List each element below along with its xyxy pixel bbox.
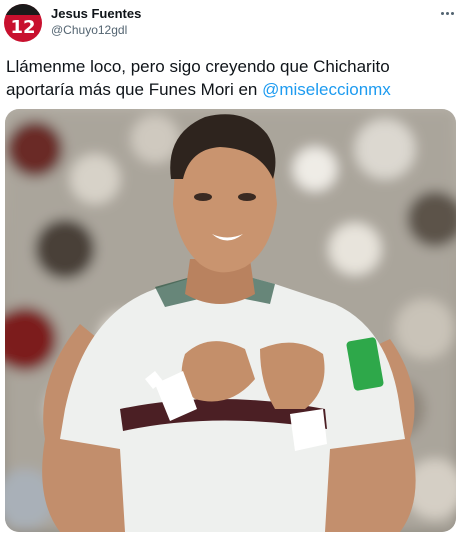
more-options-button[interactable]	[434, 2, 460, 24]
avatar-jersey-stripe	[4, 4, 42, 15]
author-name[interactable]: Jesus Fuentes	[51, 6, 141, 21]
tweet-footer-partial	[6, 534, 156, 540]
tweet-text: Llámenme loco, pero sigo creyendo que Ch…	[6, 55, 456, 101]
author-handle[interactable]: @Chuyo12gdl	[51, 23, 127, 37]
more-horizontal-icon	[440, 11, 454, 15]
tweet[interactable]: 12 Jesus Fuentes @Chuyo12gdl Llámenme lo…	[0, 0, 468, 540]
mention-link[interactable]: @miseleccionmx	[262, 80, 391, 99]
player-photo	[42, 114, 416, 532]
avatar[interactable]: 12	[4, 4, 42, 42]
avatar-jersey-number: 12	[10, 17, 36, 38]
tweet-photo[interactable]	[5, 109, 456, 532]
